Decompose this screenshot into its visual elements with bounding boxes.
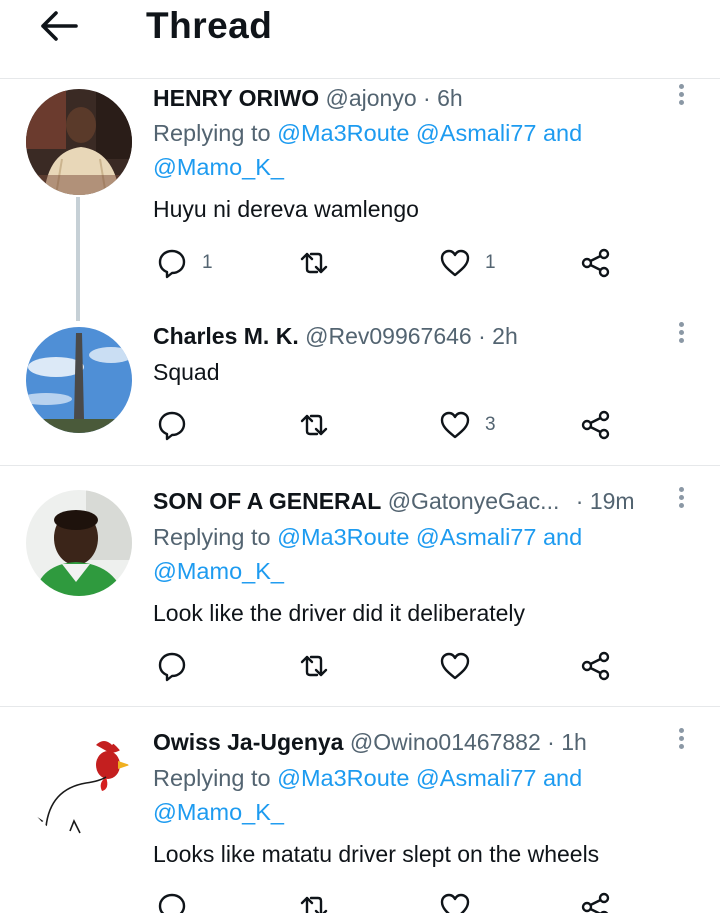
retweet-icon <box>300 896 328 913</box>
share-icon <box>581 410 610 440</box>
retweet-button[interactable] <box>298 243 344 283</box>
tweet-time[interactable]: 19m <box>590 488 635 514</box>
author-handle[interactable]: @Rev09967646 <box>305 323 472 349</box>
like-count: 1 <box>485 252 496 273</box>
author-handle[interactable]: @ajonyo <box>326 85 417 111</box>
avatar[interactable] <box>26 731 132 837</box>
tweet-header: SON OF A GENERAL @GatonyeGac... · 19m <box>153 486 635 516</box>
author-name[interactable]: Charles M. K. <box>153 323 299 349</box>
tweet-header: Owiss Ja-Ugenya @Owino01467882 · 1h <box>153 727 587 757</box>
tweet[interactable]: HENRY ORIWO @ajonyo · 6h Replying to @Ma… <box>0 79 720 321</box>
reply-button[interactable] <box>156 646 202 686</box>
like-button[interactable]: 1 <box>439 243 496 283</box>
thread-connector-line <box>76 197 80 321</box>
author-name[interactable]: SON OF A GENERAL <box>153 488 381 514</box>
tweet[interactable]: Owiss Ja-Ugenya @Owino01467882 · 1h Repl… <box>0 707 720 913</box>
replying-to: Replying to @Ma3Route @Asmali77 and @Mamo… <box>153 520 653 588</box>
vertical-ellipsis-icon <box>672 322 690 343</box>
reply-button[interactable] <box>156 887 202 913</box>
arrow-left-icon <box>41 11 78 41</box>
author-handle[interactable]: @Owino01467882 <box>350 729 541 755</box>
reply-count: 1 <box>202 252 213 273</box>
replying-label: Replying to <box>153 524 278 550</box>
heart-icon <box>440 249 470 277</box>
replying-to: Replying to @Ma3Route @Asmali77 and @Mamo… <box>153 761 653 829</box>
tweet-time[interactable]: 2h <box>492 323 518 349</box>
like-button[interactable] <box>439 887 485 913</box>
tweet-text: Huyu ni dereva wamlengo <box>153 196 419 222</box>
share-icon <box>581 892 610 913</box>
separator-dot: · <box>478 323 486 349</box>
mention-conjunction[interactable]: and <box>543 524 582 550</box>
share-button[interactable] <box>580 887 612 913</box>
separator-dot: · <box>575 488 584 514</box>
share-button[interactable] <box>580 405 612 445</box>
vertical-ellipsis-icon <box>672 84 690 105</box>
retweet-button[interactable] <box>298 405 344 445</box>
share-button[interactable] <box>580 646 612 686</box>
retweet-icon <box>300 655 328 677</box>
tweet-header: Charles M. K. @Rev09967646 · 2h <box>153 321 518 351</box>
more-options-button[interactable] <box>672 725 690 759</box>
tweet-header: HENRY ORIWO @ajonyo · 6h <box>153 83 463 113</box>
speech-bubble-icon <box>158 652 186 682</box>
retweet-icon <box>300 414 328 436</box>
separator-dot: · <box>547 729 555 755</box>
mention-link[interactable]: @Ma3Route <box>277 524 409 550</box>
reply-button[interactable] <box>156 405 202 445</box>
author-name[interactable]: Owiss Ja-Ugenya <box>153 729 343 755</box>
mention-link[interactable]: @Asmali77 <box>416 524 537 550</box>
avatar[interactable] <box>26 89 132 195</box>
mention-conjunction[interactable]: and <box>543 765 582 791</box>
reply-button[interactable]: 1 <box>156 243 213 283</box>
heart-icon <box>440 652 470 680</box>
vertical-ellipsis-icon <box>672 487 690 508</box>
replying-label: Replying to <box>153 120 278 146</box>
heart-icon <box>440 411 470 439</box>
speech-bubble-icon <box>158 411 186 441</box>
tweet-time[interactable]: 6h <box>437 85 463 111</box>
share-button[interactable] <box>580 243 612 283</box>
like-count: 3 <box>485 414 496 435</box>
mention-link[interactable]: @Asmali77 <box>416 120 537 146</box>
author-handle[interactable]: @GatonyeGac... <box>388 488 560 514</box>
like-button[interactable] <box>439 646 485 686</box>
author-name[interactable]: HENRY ORIWO <box>153 85 319 111</box>
more-options-button[interactable] <box>672 319 690 353</box>
replying-label: Replying to <box>153 765 278 791</box>
avatar[interactable] <box>26 490 132 596</box>
retweet-icon <box>300 252 328 274</box>
mention-link[interactable]: @Mamo_K_ <box>153 154 284 180</box>
avatar[interactable] <box>26 327 132 433</box>
tweet-text: Squad <box>153 359 220 385</box>
tweet[interactable]: SON OF A GENERAL @GatonyeGac... · 19m Re… <box>0 466 720 707</box>
mention-link[interactable]: @Ma3Route <box>277 120 409 146</box>
tweet[interactable]: Charles M. K. @Rev09967646 · 2h Squad 3 <box>0 315 720 466</box>
speech-bubble-icon <box>158 893 186 913</box>
back-button[interactable] <box>36 6 80 46</box>
speech-bubble-icon <box>158 249 186 279</box>
tweet-text: Looks like matatu driver slept on the wh… <box>153 841 600 867</box>
heart-icon <box>440 893 470 913</box>
top-bar: Thread <box>0 0 720 79</box>
share-icon <box>581 248 610 278</box>
retweet-button[interactable] <box>298 646 344 686</box>
replying-to: Replying to @Ma3Route @Asmali77 and @Mamo… <box>153 116 653 184</box>
separator-dot: · <box>423 85 431 111</box>
vertical-ellipsis-icon <box>672 728 690 749</box>
tweet-text: Look like the driver did it deliberately <box>153 600 526 626</box>
mention-link[interactable]: @Asmali77 <box>416 765 537 791</box>
more-options-button[interactable] <box>672 81 690 115</box>
more-options-button[interactable] <box>672 484 690 518</box>
retweet-button[interactable] <box>298 887 344 913</box>
share-icon <box>581 651 610 681</box>
mention-link[interactable]: @Mamo_K_ <box>153 799 284 825</box>
tweet-time[interactable]: 1h <box>561 729 587 755</box>
mention-conjunction[interactable]: and <box>543 120 582 146</box>
like-button[interactable]: 3 <box>439 405 496 445</box>
mention-link[interactable]: @Mamo_K_ <box>153 558 284 584</box>
page-title: Thread <box>146 5 273 46</box>
mention-link[interactable]: @Ma3Route <box>277 765 409 791</box>
